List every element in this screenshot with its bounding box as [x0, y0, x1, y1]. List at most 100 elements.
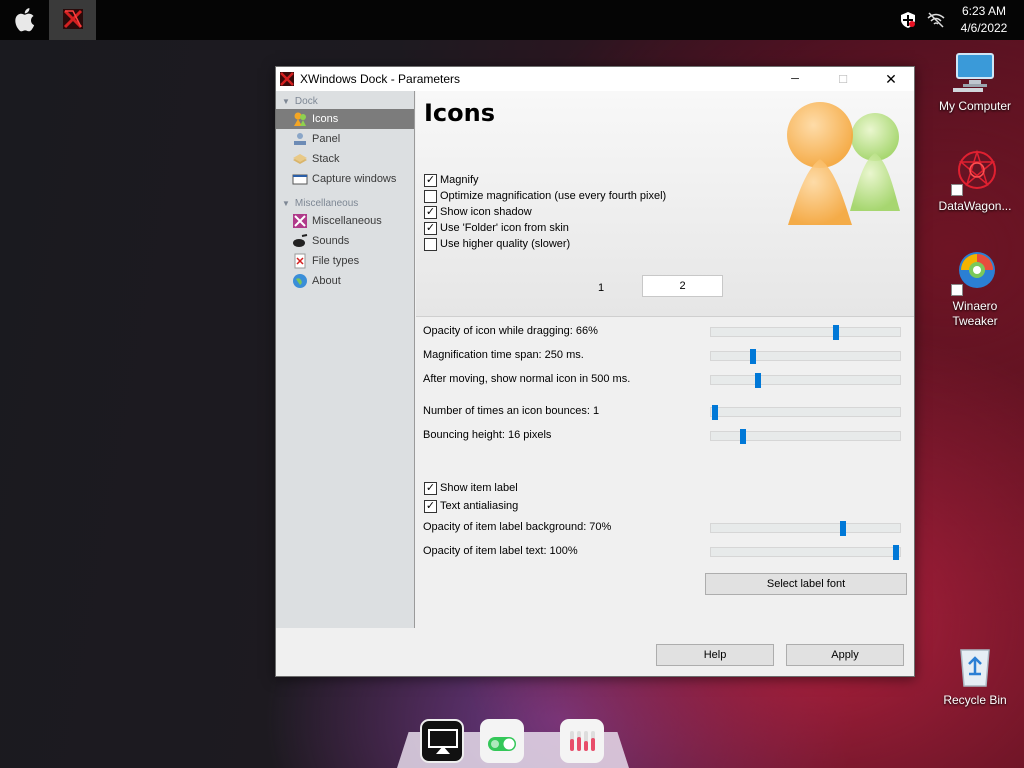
- use-folder-icon-checkbox-row[interactable]: ✓ Use 'Folder' icon from skin: [424, 221, 569, 235]
- sidebar-item-file-types[interactable]: File types: [276, 251, 414, 271]
- checkbox-label: Optimize magnification (use every fourth…: [440, 190, 667, 202]
- drag-opacity-label: Opacity of icon while dragging: 66%: [423, 325, 598, 337]
- sidebar-item-label: File types: [312, 255, 360, 267]
- minimize-button[interactable]: ─: [772, 67, 818, 91]
- label-text-opacity-slider[interactable]: [710, 545, 901, 560]
- panel-category-icon: [292, 131, 308, 147]
- settings-content: Icons ✓ Magnify Optimize magnification (…: [416, 91, 914, 628]
- xwindows-dock-icon: [61, 7, 85, 34]
- drag-opacity-slider[interactable]: [710, 325, 901, 340]
- dock-item-toggle-app[interactable]: [480, 719, 524, 763]
- use-folder-icon-checkbox[interactable]: ✓: [424, 221, 437, 235]
- show-item-label-checkbox-row[interactable]: ✓ Show item label: [424, 481, 518, 495]
- select-label-font-button[interactable]: Select label font: [705, 573, 907, 595]
- dock-item-test-tubes-app[interactable]: [560, 719, 604, 763]
- datawagon-icon: [951, 148, 999, 196]
- use-higher-quality-checkbox[interactable]: [424, 237, 437, 251]
- stack-category-icon: [292, 151, 308, 167]
- bounce-height-slider[interactable]: [710, 429, 901, 444]
- use-higher-quality-checkbox-row[interactable]: Use higher quality (slower): [424, 237, 570, 251]
- label-text-opacity-label: Opacity of item label text: 100%: [423, 545, 578, 557]
- page-2-tab[interactable]: 2: [642, 275, 723, 297]
- shortcut-arrow-icon: [951, 284, 963, 296]
- desktop-icon-label: Winaero Tweaker: [952, 299, 998, 328]
- recycle-bin-icon: [951, 642, 999, 690]
- sidebar-item-capture-windows[interactable]: Capture windows: [276, 169, 414, 189]
- window-titlebar[interactable]: XWindows Dock - Parameters ─ ☐ ✕: [276, 67, 914, 91]
- dock-item-airplay[interactable]: [420, 719, 464, 763]
- sidebar-item-panel[interactable]: Panel: [276, 129, 414, 149]
- slider-thumb[interactable]: [832, 325, 839, 340]
- slider-thumb[interactable]: [755, 373, 762, 388]
- clock[interactable]: 6:23 AM 4/6/2022: [954, 3, 1014, 37]
- show-item-label-checkbox[interactable]: ✓: [424, 481, 437, 495]
- normal-icon-delay-slider[interactable]: [710, 373, 901, 388]
- checkbox-label: Use higher quality (slower): [440, 238, 571, 250]
- page-title: Icons: [424, 99, 496, 127]
- checkbox-label: Text antialiasing: [440, 500, 519, 512]
- optimize-magnification-checkbox[interactable]: [424, 189, 437, 203]
- text-antialiasing-checkbox-row[interactable]: ✓ Text antialiasing: [424, 499, 518, 513]
- desktop-icon-label: DataWagon...: [938, 199, 1012, 213]
- security-shield-icon[interactable]: [898, 10, 918, 30]
- apple-logo-icon[interactable]: [10, 5, 42, 35]
- sidebar-group-label: Miscellaneous: [294, 197, 359, 209]
- sidebar-group-dock[interactable]: ▼ Dock: [276, 93, 414, 109]
- slider-thumb[interactable]: [749, 349, 756, 364]
- show-icon-shadow-checkbox-row[interactable]: ✓ Show icon shadow: [424, 205, 532, 219]
- label-background-opacity-label: Opacity of item label background: 70%: [423, 521, 612, 533]
- sidebar-group-miscellaneous[interactable]: ▼ Miscellaneous: [276, 195, 414, 211]
- desktop-icon-label: My Computer: [938, 99, 1012, 113]
- optimize-magnification-checkbox-row[interactable]: Optimize magnification (use every fourth…: [424, 189, 666, 203]
- slider-thumb[interactable]: [893, 545, 900, 560]
- xwindows-dock-taskbar-button[interactable]: [49, 0, 96, 40]
- label-background-opacity-slider[interactable]: [710, 521, 901, 536]
- desktop-icon-winaero-tweaker[interactable]: Winaero Tweaker: [933, 248, 1017, 329]
- toggle-switch-app-icon: [480, 719, 524, 768]
- sidebar-item-miscellaneous[interactable]: Miscellaneous: [276, 211, 414, 231]
- desktop-icon-my-computer[interactable]: My Computer: [933, 48, 1017, 114]
- winaero-tweaker-icon: [951, 248, 999, 296]
- miscellaneous-category-icon: [292, 213, 308, 229]
- sidebar-item-label: About: [312, 275, 341, 287]
- text-antialiasing-checkbox[interactable]: ✓: [424, 499, 437, 513]
- maximize-icon: ☐: [838, 73, 848, 86]
- page-1-tab[interactable]: 1: [596, 282, 606, 294]
- system-tray: 6:23 AM 4/6/2022: [898, 0, 1024, 40]
- normal-icon-delay-label: After moving, show normal icon in 500 ms…: [423, 373, 631, 385]
- sidebar-group-label: Dock: [294, 95, 318, 107]
- maximize-button[interactable]: ☐: [820, 67, 866, 91]
- desktop-icon-datawagon[interactable]: DataWagon...: [933, 148, 1017, 214]
- help-button[interactable]: Help: [656, 644, 774, 666]
- file-types-category-icon: [292, 253, 308, 269]
- about-globe-icon: [292, 273, 308, 289]
- slider-thumb[interactable]: [740, 429, 747, 444]
- slider-thumb[interactable]: [840, 521, 847, 536]
- magnify-checkbox[interactable]: ✓: [424, 173, 437, 187]
- computer-icon: [951, 48, 999, 96]
- sidebar-item-icons[interactable]: Icons: [276, 109, 414, 129]
- magnify-checkbox-row[interactable]: ✓ Magnify: [424, 173, 479, 187]
- sidebar-item-label: Sounds: [312, 235, 350, 247]
- test-tubes-app-icon: [560, 719, 604, 766]
- checkbox-label: Show icon shadow: [440, 206, 532, 218]
- desktop-icon-recycle-bin[interactable]: Recycle Bin: [933, 642, 1017, 708]
- sidebar-item-about[interactable]: About: [276, 271, 414, 291]
- parameters-window: XWindows Dock - Parameters ─ ☐ ✕ ▼ Dock …: [275, 66, 915, 677]
- magnification-time-slider[interactable]: [710, 349, 901, 364]
- sounds-category-icon: [292, 233, 308, 249]
- apply-button[interactable]: Apply: [786, 644, 904, 666]
- close-icon: ✕: [885, 70, 897, 87]
- bounce-count-slider[interactable]: [710, 405, 901, 420]
- sidebar-item-stack[interactable]: Stack: [276, 149, 414, 169]
- sidebar-item-label: Panel: [312, 133, 341, 145]
- icons-header-area: Icons ✓ Magnify Optimize magnification (…: [416, 91, 914, 317]
- slider-thumb[interactable]: [711, 405, 718, 420]
- network-offline-icon[interactable]: [926, 10, 946, 30]
- close-button[interactable]: ✕: [868, 67, 914, 91]
- window-title: XWindows Dock - Parameters: [300, 72, 461, 86]
- top-menu-bar: 6:23 AM 4/6/2022: [0, 0, 1024, 40]
- sidebar-item-label: Capture windows: [312, 173, 397, 185]
- sidebar-item-sounds[interactable]: Sounds: [276, 231, 414, 251]
- show-icon-shadow-checkbox[interactable]: ✓: [424, 205, 437, 219]
